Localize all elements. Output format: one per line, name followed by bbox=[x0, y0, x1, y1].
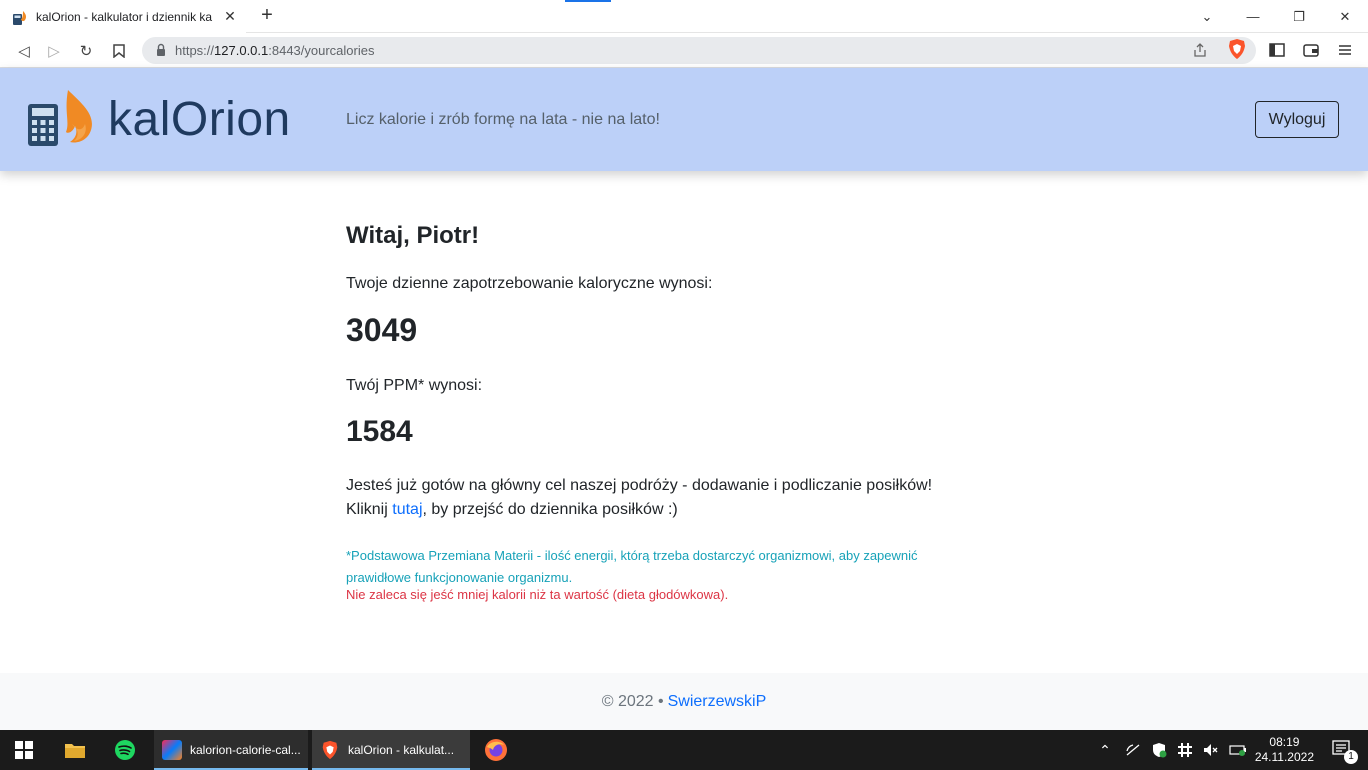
bookmark-button[interactable] bbox=[107, 39, 131, 63]
tab-title: kalOrion - kalkulator i dziennik ka bbox=[36, 9, 213, 24]
kalorion-logo-icon[interactable] bbox=[28, 88, 96, 148]
tagline: Licz kalorie i zrób formę na lata - nie … bbox=[346, 111, 660, 128]
goal-text: Jesteś już gotów na główny cel naszej po… bbox=[346, 477, 933, 494]
brand-name[interactable]: kalOrion bbox=[108, 92, 291, 147]
close-tab-icon[interactable]: ✕ bbox=[222, 8, 238, 24]
bookmark-icon bbox=[113, 44, 125, 58]
meal-diary-link[interactable]: tutaj bbox=[392, 501, 422, 518]
notification-count-badge: 1 bbox=[1344, 750, 1358, 764]
clock-time: 08:19 bbox=[1269, 735, 1300, 749]
lock-icon bbox=[157, 43, 165, 56]
network-icon[interactable] bbox=[1125, 743, 1141, 757]
restore-button[interactable]: ❐ bbox=[1276, 0, 1322, 33]
tray-expand-chevron-icon[interactable]: ⌃ bbox=[1099, 742, 1111, 759]
back-button[interactable]: ◁ bbox=[12, 39, 36, 63]
calculator-flame-icon bbox=[12, 9, 28, 25]
reload-button[interactable]: ↻ bbox=[74, 39, 98, 63]
battery-charging-icon[interactable] bbox=[1229, 743, 1247, 757]
brave-icon bbox=[322, 740, 338, 760]
close-window-button[interactable]: ✕ bbox=[1322, 0, 1368, 33]
browser-tab[interactable]: kalOrion - kalkulator i dziennik ka ✕ bbox=[0, 0, 246, 33]
security-shield-icon[interactable] bbox=[1151, 742, 1167, 758]
taskbar-app-brave[interactable]: kalOrion - kalkulat... bbox=[312, 730, 470, 770]
copyright-text: © 2022 • bbox=[601, 692, 664, 710]
intellij-icon bbox=[162, 740, 182, 760]
share-icon[interactable] bbox=[1192, 42, 1208, 58]
clock-date: 24.11.2022 bbox=[1254, 750, 1314, 764]
meal-diary-prompt: Kliknij tutaj, by przejść do dziennika p… bbox=[346, 501, 678, 518]
logout-button[interactable]: Wyloguj bbox=[1255, 101, 1339, 138]
brave-shields-icon[interactable] bbox=[1227, 38, 1247, 60]
greeting-heading: Witaj, Piotr! bbox=[346, 222, 480, 249]
toolbar-right bbox=[1266, 39, 1356, 61]
intro-paragraph: Jesteś już gotów na główny cel naszej po… bbox=[346, 474, 986, 522]
ppm-label: Twój PPM* wynosi: bbox=[346, 377, 483, 394]
wallet-icon[interactable] bbox=[1300, 39, 1322, 61]
daily-calories-label: Twoje dzienne zapotrzebowanie kaloryczne… bbox=[346, 275, 713, 292]
browser-toolbar: ◁ ▷ ↻ https://127.0.0.1:8443/yourcalorie… bbox=[0, 33, 1368, 68]
notifications-icon[interactable]: 1 bbox=[1332, 740, 1358, 764]
slack-icon[interactable] bbox=[1177, 742, 1193, 758]
tab-strip-accent bbox=[565, 0, 611, 2]
author-link[interactable]: SwierzewskiP bbox=[668, 693, 767, 711]
spotify-icon[interactable] bbox=[114, 730, 136, 770]
web-page: kalOrion Licz kalorie i zrób formę na la… bbox=[0, 68, 1368, 730]
taskbar-app-intellij-label: kalorion-calorie-cal... bbox=[190, 743, 301, 757]
window-controls: ⌄ — ❐ ✕ bbox=[1184, 0, 1368, 33]
ppm-value: 1584 bbox=[346, 415, 413, 448]
url-text: https://127.0.0.1:8443/yourcalories bbox=[175, 43, 375, 58]
menu-icon[interactable] bbox=[1334, 39, 1356, 61]
system-clock[interactable]: 08:19 24.11.2022 bbox=[1255, 735, 1314, 765]
taskbar-app-intellij[interactable]: kalorion-calorie-cal... bbox=[154, 730, 308, 770]
daily-calories-value: 3049 bbox=[346, 312, 418, 348]
address-bar[interactable]: https://127.0.0.1:8443/yourcalories bbox=[142, 37, 1256, 64]
site-footer: © 2022 • SwierzewskiP bbox=[0, 673, 1368, 730]
windows-start-icon[interactable] bbox=[14, 730, 34, 770]
new-tab-button[interactable]: + bbox=[256, 5, 278, 27]
ppm-definition-note: *Podstawowa Przemiana Materii - ilość en… bbox=[346, 548, 918, 585]
file-explorer-icon[interactable] bbox=[64, 730, 86, 770]
ppm-warning-note: Nie zaleca się jeść mniej kalorii niż ta… bbox=[346, 587, 729, 602]
site-header: kalOrion Licz kalorie i zrób formę na la… bbox=[0, 68, 1368, 171]
sidebar-toggle-icon[interactable] bbox=[1266, 39, 1288, 61]
taskbar-app-brave-label: kalOrion - kalkulat... bbox=[348, 743, 455, 757]
minimize-button[interactable]: — bbox=[1230, 0, 1276, 33]
browser-tab-bar: kalOrion - kalkulator i dziennik ka ✕ + … bbox=[0, 0, 1368, 33]
system-tray: ⌃ 08:19 24.11.2022 1 bbox=[1099, 730, 1368, 770]
os-taskbar: kalorion-calorie-cal... kalOrion - kalku… bbox=[0, 730, 1368, 770]
volume-muted-icon[interactable] bbox=[1203, 742, 1219, 758]
tab-search-chevron-icon[interactable]: ⌄ bbox=[1184, 0, 1230, 33]
forward-button[interactable]: ▷ bbox=[42, 39, 66, 63]
firefox-icon[interactable] bbox=[484, 730, 508, 770]
